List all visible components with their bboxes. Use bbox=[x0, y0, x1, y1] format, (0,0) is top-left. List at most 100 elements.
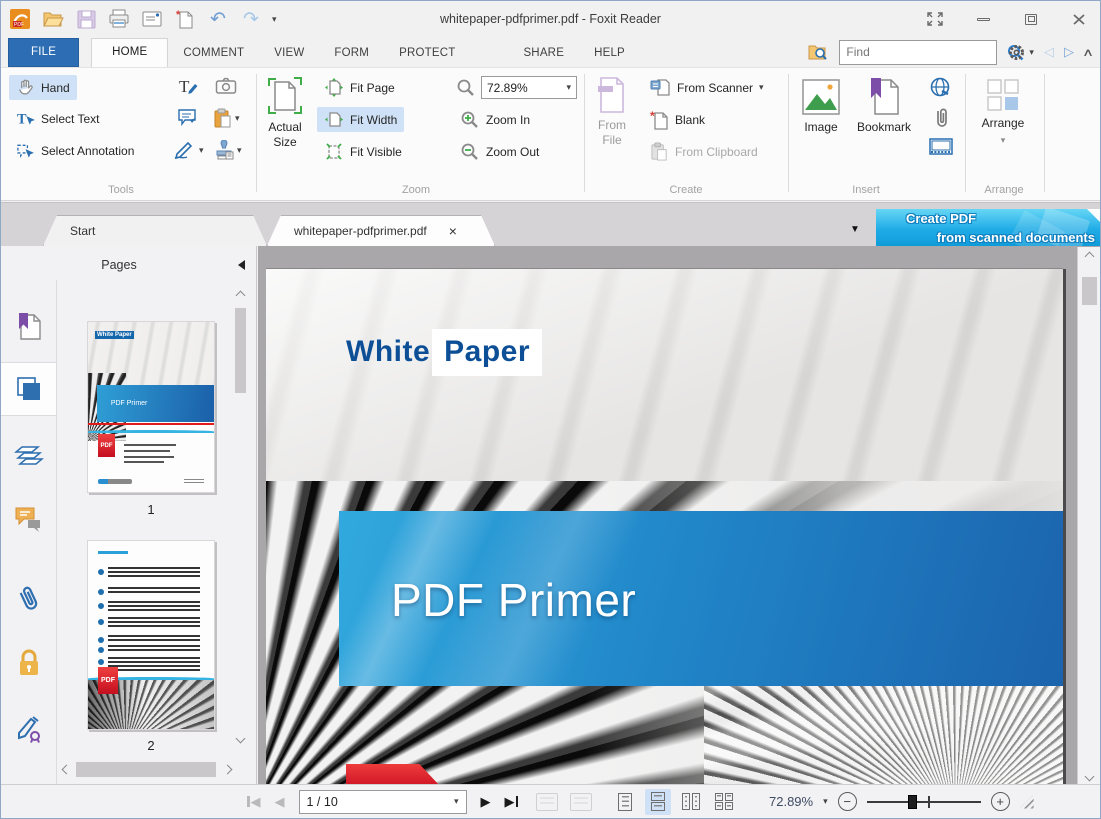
tab-help[interactable]: HELP bbox=[579, 40, 640, 67]
save-icon[interactable] bbox=[74, 7, 98, 31]
insert-attachment-icon[interactable] bbox=[932, 106, 950, 130]
print-icon[interactable] bbox=[107, 7, 131, 31]
continuous-facing-view-icon[interactable] bbox=[711, 789, 737, 815]
status-zoom-dropdown-icon[interactable]: ▾ bbox=[823, 796, 828, 807]
continuous-view-icon[interactable] bbox=[645, 789, 671, 815]
page-1-thumbnail[interactable]: White Paper PDF Primer PDF bbox=[87, 321, 215, 493]
settings-gear-icon[interactable]: ▾ bbox=[1007, 43, 1034, 62]
insert-image-button[interactable]: Image bbox=[797, 78, 845, 135]
facing-view-icon[interactable] bbox=[678, 789, 704, 815]
minimize-button[interactable] bbox=[970, 8, 996, 30]
document-scrollbar-thumb[interactable] bbox=[1082, 277, 1097, 305]
comments-panel-icon[interactable] bbox=[1, 492, 56, 546]
arrange-dropdown-icon[interactable]: ▾ bbox=[1001, 135, 1006, 146]
thumbnail-hscrollbar-thumb[interactable] bbox=[76, 762, 216, 777]
first-page-icon[interactable]: ◀ bbox=[247, 795, 261, 808]
fit-width-button[interactable]: Fit Width bbox=[317, 107, 404, 132]
pen-sign-icon[interactable]: ▾ bbox=[173, 140, 204, 160]
foxit-logo-icon[interactable]: PDF bbox=[8, 7, 32, 31]
zoom-out-button[interactable]: Zoom Out bbox=[453, 139, 546, 164]
snapshot-camera-icon[interactable] bbox=[215, 77, 237, 95]
collapse-panel-icon[interactable] bbox=[238, 260, 245, 270]
tab-file[interactable]: FILE bbox=[8, 38, 79, 67]
fullscreen-icon[interactable] bbox=[922, 8, 948, 30]
security-panel-icon[interactable] bbox=[1, 636, 56, 690]
fit-visible-button[interactable]: Fit Visible bbox=[317, 139, 409, 164]
thumbnail-scrollbar[interactable] bbox=[233, 288, 248, 746]
tab-home[interactable]: HOME bbox=[91, 38, 168, 67]
bookmarks-panel-icon[interactable] bbox=[1, 300, 56, 354]
layers-panel-icon[interactable] bbox=[1, 428, 56, 482]
page-number-field[interactable]: 1 / 10 ▾ bbox=[299, 790, 467, 814]
scroll-left-icon[interactable] bbox=[59, 762, 74, 777]
single-page-view-icon[interactable] bbox=[612, 789, 638, 815]
create-from-file-button[interactable]: From File bbox=[591, 76, 633, 148]
document-scrollbar[interactable] bbox=[1077, 247, 1100, 786]
doc-scroll-down-icon[interactable] bbox=[1082, 769, 1097, 784]
zoom-out-circle-icon[interactable]: − bbox=[838, 792, 857, 811]
paste-clipboard-icon[interactable]: ▾ bbox=[213, 108, 240, 128]
page-field-dropdown-icon[interactable]: ▾ bbox=[454, 796, 459, 807]
doc-tab-active[interactable]: whitepaper-pdfprimer.pdf × bbox=[267, 215, 495, 246]
typewriter-icon[interactable]: T bbox=[177, 76, 199, 96]
thumbnail-hscrollbar[interactable] bbox=[59, 761, 235, 778]
zoom-percent-combobox[interactable]: 72.89%▾ bbox=[481, 76, 577, 99]
zoom-in-button[interactable]: Zoom In bbox=[453, 107, 537, 132]
close-button[interactable] bbox=[1066, 8, 1092, 30]
previous-page-icon[interactable]: ◀ bbox=[275, 795, 285, 808]
tab-close-icon[interactable]: × bbox=[449, 223, 457, 239]
history-back-icon[interactable]: ◁ bbox=[1044, 44, 1054, 60]
redo-icon[interactable]: ↷ bbox=[239, 7, 263, 31]
gear-dropdown-icon[interactable]: ▾ bbox=[1029, 47, 1034, 58]
customize-qat-dropdown-icon[interactable]: ▾ bbox=[272, 14, 277, 25]
from-scanner-dropdown-icon[interactable]: ▾ bbox=[759, 82, 764, 93]
doc-scroll-up-icon[interactable] bbox=[1082, 249, 1097, 264]
next-page-icon[interactable]: ▶ bbox=[481, 795, 491, 808]
stamp-icon[interactable]: ▾ bbox=[213, 140, 242, 160]
insert-weblink-icon[interactable] bbox=[929, 76, 951, 98]
fit-page-button[interactable]: Fit Page bbox=[317, 75, 402, 100]
search-folder-icon[interactable] bbox=[808, 43, 829, 61]
paste-dropdown-icon[interactable]: ▾ bbox=[235, 113, 240, 124]
page-2-thumbnail[interactable]: PDF bbox=[87, 540, 215, 730]
open-file-icon[interactable] bbox=[41, 7, 65, 31]
zoom-in-circle-icon[interactable]: + bbox=[991, 792, 1010, 811]
create-pdf-banner[interactable]: Create PDF from scanned documents bbox=[876, 209, 1100, 247]
tab-protect[interactable]: PROTECT bbox=[384, 40, 470, 67]
email-icon[interactable] bbox=[140, 7, 164, 31]
tab-share[interactable]: SHARE bbox=[508, 40, 579, 67]
pdf-page[interactable]: WhitePaper PDF Primer bbox=[266, 269, 1063, 786]
scroll-up-icon[interactable] bbox=[233, 288, 248, 303]
hand-tool-button[interactable]: Hand bbox=[9, 75, 77, 100]
signatures-panel-icon[interactable] bbox=[1, 702, 56, 756]
resize-grip[interactable] bbox=[1020, 795, 1034, 809]
last-page-icon[interactable]: ▶ bbox=[505, 795, 519, 808]
history-forward-icon[interactable]: ▷ bbox=[1064, 44, 1074, 60]
create-blank-button[interactable]: * Blank bbox=[643, 107, 712, 133]
stamp-dropdown-icon[interactable]: ▾ bbox=[237, 145, 242, 156]
create-from-clipboard-button[interactable]: From Clipboard bbox=[643, 139, 765, 164]
undo-icon[interactable]: ↶ bbox=[206, 7, 230, 31]
actual-size-button[interactable]: Actual Size bbox=[263, 76, 307, 150]
pen-dropdown-icon[interactable]: ▾ bbox=[199, 145, 204, 156]
tab-view[interactable]: VIEW bbox=[259, 40, 319, 67]
new-document-icon[interactable]: * bbox=[173, 7, 197, 31]
note-comment-icon[interactable] bbox=[177, 108, 199, 127]
find-input[interactable] bbox=[840, 45, 1007, 59]
insert-video-icon[interactable] bbox=[929, 138, 953, 155]
select-annotation-button[interactable]: Select Annotation bbox=[9, 139, 141, 163]
select-text-button[interactable]: T Select Text bbox=[9, 107, 106, 131]
thumbnail-scrollbar-thumb[interactable] bbox=[235, 308, 246, 393]
tab-comment[interactable]: COMMENT bbox=[168, 40, 259, 67]
attachments-panel-icon[interactable] bbox=[1, 572, 56, 626]
pages-panel-icon[interactable] bbox=[1, 362, 56, 416]
zoom-slider-thumb[interactable] bbox=[908, 795, 917, 809]
tab-form[interactable]: FORM bbox=[319, 40, 384, 67]
zoom-slider[interactable] bbox=[867, 801, 981, 803]
collapse-ribbon-icon[interactable]: ∧ bbox=[1082, 46, 1094, 59]
maximize-button[interactable] bbox=[1018, 8, 1044, 30]
tab-list-dropdown-icon[interactable]: ▼ bbox=[842, 218, 868, 240]
previous-view-icon[interactable] bbox=[536, 793, 558, 811]
create-from-scanner-button[interactable]: From Scanner ▾ bbox=[643, 75, 771, 100]
next-view-icon[interactable] bbox=[570, 793, 592, 811]
